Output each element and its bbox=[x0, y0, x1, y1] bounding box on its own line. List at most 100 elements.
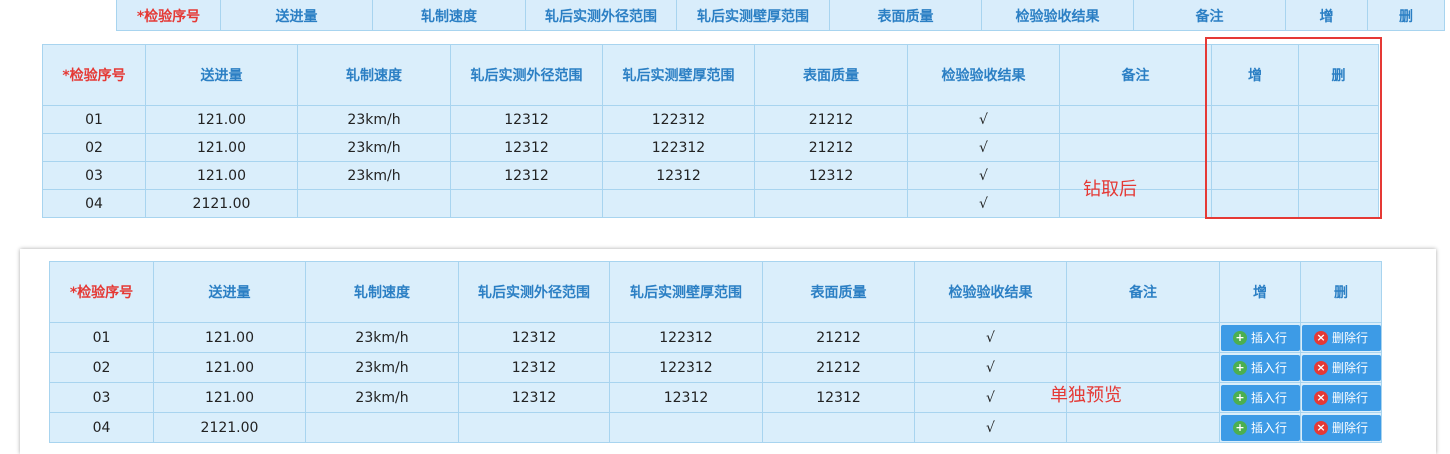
insert-row-button[interactable]: + 插入行 bbox=[1220, 414, 1300, 441]
delete-row-label: 删除行 bbox=[1331, 421, 1368, 435]
cell-outer-diameter: 12312 bbox=[458, 322, 610, 353]
col-header-remarks: 备注 bbox=[1133, 0, 1286, 31]
col-header-inspection-no: *检验序号 bbox=[49, 261, 154, 323]
delete-row-label: 删除行 bbox=[1331, 331, 1368, 345]
delete-row-label: 删除行 bbox=[1331, 391, 1368, 405]
annotation-after-drill: 钻取后 bbox=[1083, 179, 1137, 200]
insert-row-button[interactable]: + 插入行 bbox=[1220, 324, 1300, 351]
col-header-feed: 送进量 bbox=[220, 0, 373, 31]
cell-remarks bbox=[1059, 105, 1212, 134]
table-row: 01 121.00 23km/h 12312 122312 21212 √ bbox=[42, 105, 1379, 134]
cell-rolling-speed: 23km/h bbox=[305, 322, 459, 353]
col-header-inspection-no: *检验序号 bbox=[116, 0, 221, 31]
insert-row-label: 插入行 bbox=[1250, 331, 1287, 345]
cell-delete bbox=[1298, 189, 1379, 218]
col-header-add: 增 bbox=[1285, 0, 1368, 31]
cell-add bbox=[1211, 105, 1299, 134]
col-header-outer-diameter: 轧后实测外径范围 bbox=[450, 44, 603, 106]
cell-inspection-no: 02 bbox=[42, 133, 146, 162]
col-header-acceptance-result: 检验验收结果 bbox=[981, 0, 1134, 31]
cell-feed: 121.00 bbox=[153, 322, 306, 353]
cell-inspection-no: 03 bbox=[49, 382, 154, 413]
delete-row-button[interactable]: × 删除行 bbox=[1301, 324, 1381, 351]
table-row: 04 2121.00 √ + 插入行 × 删除行 bbox=[49, 412, 1382, 443]
cell-add bbox=[1211, 133, 1299, 162]
insert-row-button[interactable]: + 插入行 bbox=[1220, 354, 1300, 381]
cell-wall-thickness: 122312 bbox=[602, 133, 755, 162]
col-header-feed: 送进量 bbox=[145, 44, 298, 106]
insert-row-label: 插入行 bbox=[1250, 361, 1287, 375]
insert-row-label: 插入行 bbox=[1250, 421, 1287, 435]
table-row: 02 121.00 23km/h 12312 122312 21212 √ bbox=[42, 133, 1379, 162]
delete-row-button[interactable]: × 删除行 bbox=[1301, 384, 1381, 411]
close-circle-icon: × bbox=[1313, 390, 1328, 405]
cell-acceptance-result: √ bbox=[914, 382, 1067, 413]
cell-delete bbox=[1298, 133, 1379, 162]
cell-acceptance-result: √ bbox=[907, 189, 1060, 218]
cell-surface-quality bbox=[762, 412, 915, 443]
cell-add: + 插入行 bbox=[1219, 322, 1301, 353]
cell-surface-quality bbox=[754, 189, 908, 218]
cell-rolling-speed: 23km/h bbox=[305, 382, 459, 413]
col-header-add: 增 bbox=[1211, 44, 1299, 106]
col-header-add: 增 bbox=[1219, 261, 1301, 323]
close-circle-icon: × bbox=[1313, 330, 1328, 345]
cell-add bbox=[1211, 189, 1299, 218]
cell-rolling-speed: 23km/h bbox=[297, 161, 451, 190]
col-header-delete: 删 bbox=[1298, 44, 1379, 106]
cell-inspection-no: 02 bbox=[49, 352, 154, 383]
cell-outer-diameter: 12312 bbox=[450, 133, 603, 162]
cell-wall-thickness: 122312 bbox=[609, 352, 763, 383]
cell-wall-thickness: 12312 bbox=[609, 382, 763, 413]
cell-delete bbox=[1298, 105, 1379, 134]
cell-remarks bbox=[1059, 133, 1212, 162]
col-header-outer-diameter: 轧后实测外径范围 bbox=[458, 261, 610, 323]
cell-add: + 插入行 bbox=[1219, 412, 1301, 443]
delete-row-button[interactable]: × 删除行 bbox=[1301, 414, 1381, 441]
cell-feed: 121.00 bbox=[145, 105, 298, 134]
plus-circle-icon: + bbox=[1232, 360, 1247, 375]
plus-circle-icon: + bbox=[1232, 420, 1247, 435]
cell-outer-diameter: 12312 bbox=[458, 382, 610, 413]
cell-surface-quality: 21212 bbox=[762, 352, 915, 383]
cell-outer-diameter: 12312 bbox=[450, 161, 603, 190]
cell-surface-quality: 21212 bbox=[754, 105, 908, 134]
cell-acceptance-result: √ bbox=[907, 105, 1060, 134]
annotation-standalone-preview: 单独预览 bbox=[1050, 385, 1122, 406]
cell-feed: 2121.00 bbox=[145, 189, 298, 218]
cell-delete bbox=[1298, 161, 1379, 190]
cell-feed: 2121.00 bbox=[153, 412, 306, 443]
cell-rolling-speed bbox=[305, 412, 459, 443]
col-header-wall-thickness: 轧后实测壁厚范围 bbox=[602, 44, 755, 106]
col-header-outer-diameter: 轧后实测外径范围 bbox=[525, 0, 677, 31]
cell-remarks bbox=[1066, 322, 1220, 353]
col-header-delete: 删 bbox=[1300, 261, 1382, 323]
cell-acceptance-result: √ bbox=[907, 161, 1060, 190]
cell-delete: × 删除行 bbox=[1300, 322, 1382, 353]
table-row: 04 2121.00 √ bbox=[42, 189, 1379, 218]
cell-feed: 121.00 bbox=[153, 382, 306, 413]
cell-wall-thickness bbox=[602, 189, 755, 218]
cell-surface-quality: 21212 bbox=[754, 133, 908, 162]
delete-row-label: 删除行 bbox=[1331, 361, 1368, 375]
cell-feed: 121.00 bbox=[145, 133, 298, 162]
cell-wall-thickness: 12312 bbox=[602, 161, 755, 190]
cell-acceptance-result: √ bbox=[914, 352, 1067, 383]
cell-rolling-speed: 23km/h bbox=[305, 352, 459, 383]
cell-acceptance-result: √ bbox=[907, 133, 1060, 162]
drilled-table: *检验序号 送进量 轧制速度 轧后实测外径范围 轧后实测壁厚范围 表面质量 检验… bbox=[42, 44, 1379, 218]
partial-table-header: *检验序号 送进量 轧制速度 轧后实测外径范围 轧后实测壁厚范围 表面质量 检验… bbox=[116, 0, 1445, 31]
delete-row-button[interactable]: × 删除行 bbox=[1301, 354, 1381, 381]
cell-inspection-no: 01 bbox=[42, 105, 146, 134]
col-header-delete: 删 bbox=[1367, 0, 1445, 31]
col-header-surface-quality: 表面质量 bbox=[754, 44, 908, 106]
insert-row-button[interactable]: + 插入行 bbox=[1220, 384, 1300, 411]
col-header-inspection-no: *检验序号 bbox=[42, 44, 146, 106]
insert-row-label: 插入行 bbox=[1250, 391, 1287, 405]
cell-add bbox=[1211, 161, 1299, 190]
col-header-feed: 送进量 bbox=[153, 261, 306, 323]
table-row: 01 121.00 23km/h 12312 122312 21212 √ + 插… bbox=[49, 322, 1382, 353]
cell-delete: × 删除行 bbox=[1300, 412, 1382, 443]
cell-wall-thickness bbox=[609, 412, 763, 443]
col-header-rolling-speed: 轧制速度 bbox=[305, 261, 459, 323]
